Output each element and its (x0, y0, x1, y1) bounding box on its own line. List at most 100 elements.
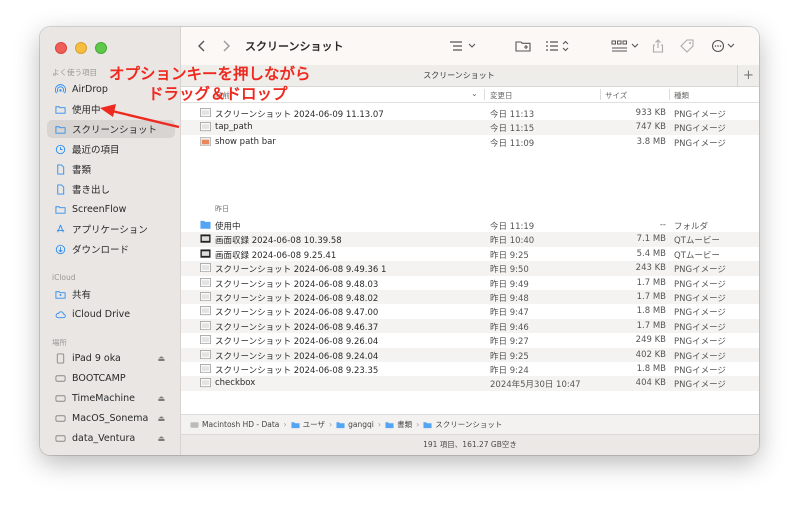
file-date: 昨日 9:50 (490, 265, 529, 276)
disk-icon (55, 373, 66, 384)
sidebar-item-bootcamp[interactable]: BOOTCAMP (47, 369, 175, 387)
table-row[interactable]: checkbox 2024年5月30日 10:47 404 KB PNGイメージ (181, 376, 759, 391)
more-icon (711, 39, 735, 53)
file-date: 昨日 9:46 (490, 322, 529, 333)
sidebar-item-timemachine[interactable]: TimeMachine ⏏ (47, 389, 175, 407)
sort-button[interactable] (545, 38, 571, 54)
sidebar-item-recents[interactable]: 最近の項目 (47, 140, 175, 158)
table-row[interactable]: 画面収録 2024-06-08 9.25.41 昨日 9:25 5.4 MB QTムー… (181, 247, 759, 261)
file-size: -- (659, 220, 666, 230)
sidebar-item-screenshots[interactable]: スクリーンショット (47, 120, 175, 138)
sidebar-item-screenflow[interactable]: ScreenFlow (47, 200, 175, 218)
table-row[interactable]: スクリーンショット 2024-06-08 9.47.00 昨日 9:47 1.8 M… (181, 304, 759, 318)
file-size: 7.1 MB (636, 234, 666, 245)
minimize-button[interactable] (75, 42, 87, 54)
eject-icon[interactable]: ⏏ (157, 414, 165, 423)
column-divider[interactable] (484, 89, 485, 100)
column-divider[interactable] (669, 89, 670, 100)
sidebar-item-ipad[interactable]: iPad 9 oka ⏏ (47, 349, 175, 367)
group-button[interactable] (611, 38, 639, 54)
column-divider[interactable] (600, 89, 601, 100)
table-row[interactable]: スクリーンショット 2024-06-08 9.23.35 昨日 9:24 1.8 M… (181, 362, 759, 376)
path-separator-icon: › (328, 420, 333, 429)
table-row[interactable]: tap_path 今日 11:15 747 KB PNGイメージ (181, 120, 759, 135)
path-segment[interactable]: gangqi (336, 420, 374, 429)
image-file-icon (200, 378, 211, 388)
sidebar-item-label: 書類 (72, 165, 92, 176)
table-row[interactable]: スクリーンショット 2024-06-08 9.24.04 昨日 9:25 402 K… (181, 347, 759, 362)
table-row[interactable]: スクリーンショット 2024-06-08 9.46.37 昨日 9:46 1.7 M… (181, 318, 759, 334)
table-row[interactable]: スクリーンショット 2024-06-08 9.26.04 昨日 9:27 249 K… (181, 333, 759, 347)
disk-icon (55, 393, 66, 404)
sidebar-item-applications[interactable]: アプリケーション (47, 220, 175, 238)
view-options-button[interactable] (449, 38, 479, 54)
table-row[interactable]: スクリーンショット 2024-06-08 9.48.03 昨日 9:49 1.7 M… (181, 276, 759, 290)
action-button[interactable] (711, 38, 737, 54)
sidebar-item-shared[interactable]: 共有 (47, 285, 175, 303)
back-button[interactable] (197, 38, 207, 54)
sidebar-item-macos-sonema[interactable]: MacOS_Sonema ⏏ (47, 409, 175, 427)
file-name: 画面収録 2024-06-08 10.39.58 (215, 236, 342, 247)
airdrop-icon (55, 83, 66, 95)
sidebar-item-exports[interactable]: 書き出し (47, 180, 175, 198)
file-list: スクリーンショット 2024-06-09 11.13.07 今日 11:13 933… (181, 104, 759, 414)
zoom-button[interactable] (95, 42, 107, 54)
path-segment[interactable]: Macintosh HD - Data (190, 420, 279, 429)
path-bar: Macintosh HD - Data › ユーザ › gangqi › 書類 › スクリーンシ… (181, 414, 759, 434)
path-segment-label: Macintosh HD - Data (202, 420, 280, 429)
file-kind: PNGイメージ (674, 380, 726, 391)
folder-icon (55, 204, 66, 215)
image-file-icon (200, 306, 211, 316)
sidebar-item-downloads[interactable]: ダウンロード (47, 240, 175, 258)
column-header-date[interactable]: 変更日 (490, 90, 513, 101)
table-row[interactable]: スクリーンショット 2024-06-08 9.49.36 1 昨日 9:50 243… (181, 261, 759, 276)
table-row[interactable]: 画面収録 2024-06-08 10.39.58 昨日 10:40 7.1 MB QT… (181, 232, 759, 247)
new-tab-button[interactable]: + (737, 65, 759, 86)
path-segment[interactable]: スクリーンショット (423, 419, 502, 430)
movie-file-icon (200, 234, 211, 244)
share-button[interactable] (652, 38, 664, 54)
table-row[interactable]: 使用中 今日 11:19 -- フォルダ (181, 218, 759, 232)
chevron-left-icon (198, 40, 205, 52)
image-file-icon (200, 108, 211, 118)
eject-icon[interactable]: ⏏ (157, 394, 165, 403)
file-date: 昨日 9:25 (490, 351, 529, 362)
table-row[interactable]: スクリーンショット 2024-06-08 9.48.02 昨日 9:48 1.7 M… (181, 290, 759, 305)
sidebar-item-documents[interactable]: 書類 (47, 160, 175, 178)
eject-icon[interactable]: ⏏ (157, 354, 165, 363)
sidebar-item-label: 共有 (72, 290, 92, 301)
file-kind: PNGイメージ (674, 124, 726, 135)
image-file-icon (200, 122, 211, 132)
tags-button[interactable] (680, 38, 694, 54)
group-header: 昨日 (215, 205, 229, 213)
path-separator-icon: › (416, 420, 420, 429)
window-controls (55, 42, 107, 54)
file-kind: PNGイメージ (674, 308, 726, 319)
sidebar-item-label: BOOTCAMP (72, 372, 126, 384)
new-folder-button[interactable] (515, 38, 531, 54)
ipad-icon (55, 352, 66, 364)
folder-icon (423, 421, 432, 428)
file-size: 3.8 MB (636, 136, 666, 147)
column-header-size[interactable]: サイズ (605, 90, 627, 101)
file-kind: PNGイメージ (674, 265, 726, 276)
file-name: 使用中 (215, 222, 241, 232)
file-date: 昨日 9:24 (490, 366, 529, 376)
chevron-right-icon (223, 40, 230, 52)
forward-button[interactable] (221, 38, 231, 54)
file-kind: PNGイメージ (674, 294, 726, 304)
sidebar-item-icloud-drive[interactable]: iCloud Drive (47, 305, 175, 323)
annotation-line-1: オプションキーを押しながら (109, 65, 311, 83)
sidebar-item-data-ventura[interactable]: data_Ventura ⏏ (47, 429, 175, 447)
table-row[interactable]: show path bar 今日 11:09 3.8 MB PNGイメージ (181, 135, 759, 149)
file-kind: PNGイメージ (674, 138, 726, 149)
download-icon (55, 244, 66, 255)
table-row[interactable]: スクリーンショット 2024-06-09 11.13.07 今日 11:13 933… (181, 106, 759, 120)
tag-icon (680, 39, 694, 53)
column-header-kind[interactable]: 種類 (674, 90, 689, 101)
path-segment[interactable]: 書類 (385, 419, 412, 430)
close-button[interactable] (55, 42, 67, 54)
eject-icon[interactable]: ⏏ (157, 434, 165, 443)
file-date: 昨日 9:27 (490, 337, 529, 348)
path-segment[interactable]: ユーザ (291, 419, 325, 430)
